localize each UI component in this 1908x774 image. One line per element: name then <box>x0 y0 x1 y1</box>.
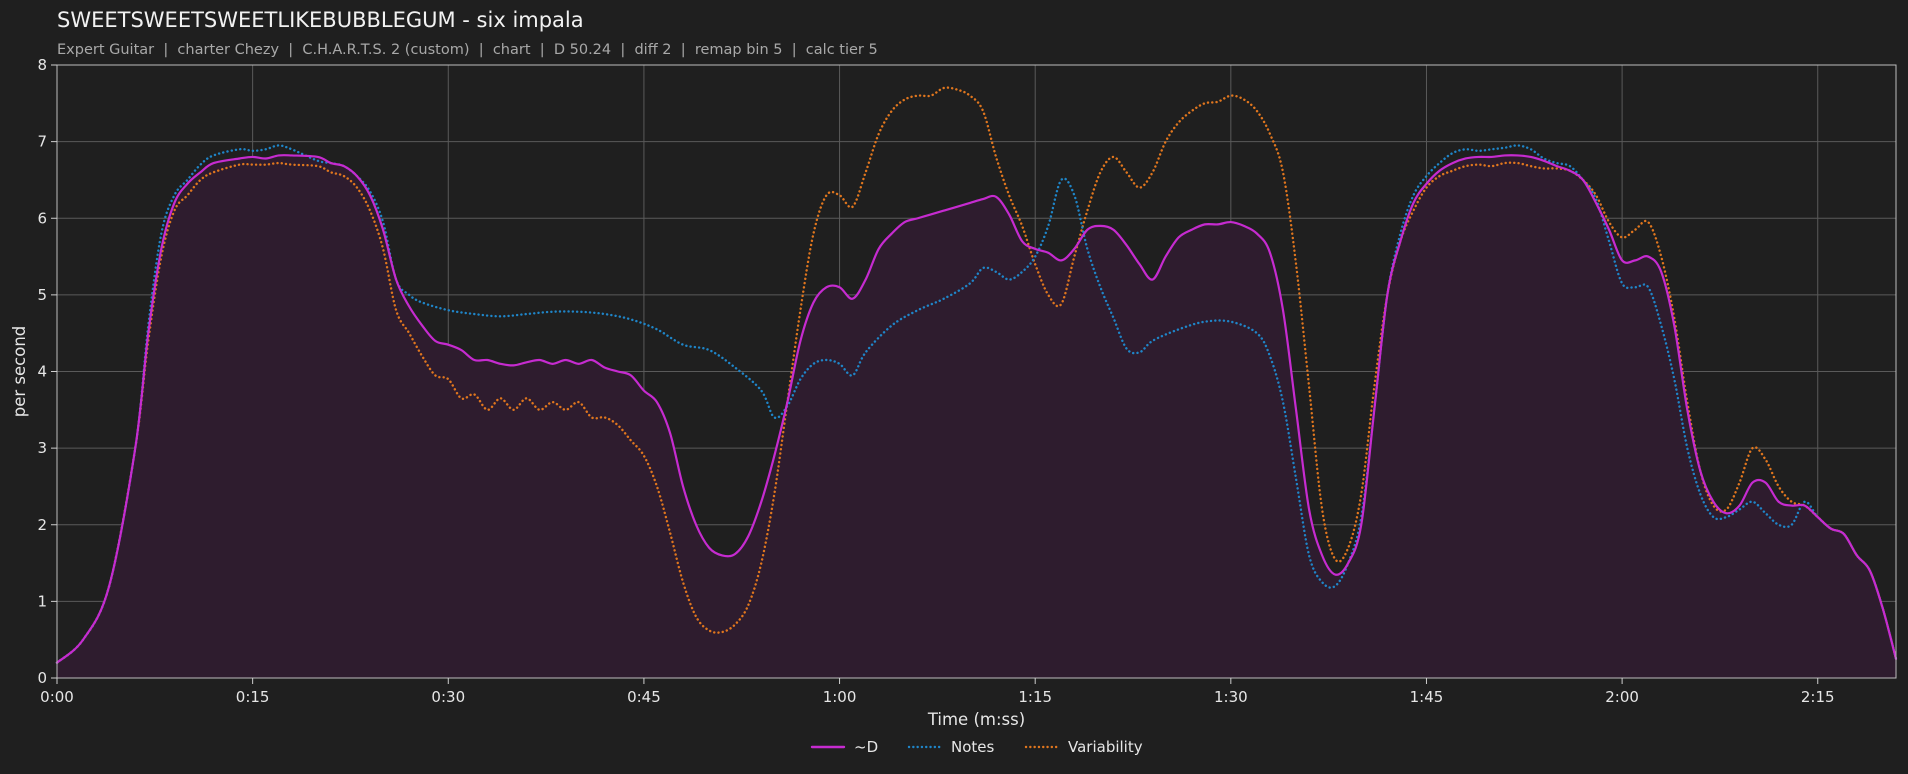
legend: ~D Notes Variability <box>810 738 1143 756</box>
x-tick-label: 1:00 <box>823 688 857 706</box>
legend-label: Variability <box>1068 738 1143 756</box>
x-tick-label: 1:15 <box>1018 688 1052 706</box>
chart-svg: SWEETSWEETSWEETLIKEBUBBLEGUM - six impal… <box>10 8 1898 756</box>
y-tick-label: 4 <box>37 363 47 381</box>
x-tick-label: 1:45 <box>1410 688 1444 706</box>
y-tick-label: 1 <box>37 592 47 610</box>
y-tick-label: 7 <box>37 133 47 151</box>
x-tick-label: 0:30 <box>431 688 465 706</box>
y-axis-label: per second <box>10 326 29 418</box>
y-tick-label: 0 <box>37 669 47 687</box>
series-layer <box>55 86 1898 678</box>
x-tick-label: 0:45 <box>627 688 661 706</box>
chart-subtitle: Expert Guitar | charter Chezy | C.H.A.R.… <box>57 42 878 58</box>
y-tick-label: 8 <box>37 56 47 74</box>
series-fill-d <box>57 155 1896 678</box>
legend-label: Notes <box>951 738 995 756</box>
x-tick-label: 1:30 <box>1214 688 1248 706</box>
x-tick-label: 2:15 <box>1801 688 1835 706</box>
y-tick-label: 2 <box>37 516 47 534</box>
x-tick-label: 0:00 <box>40 688 74 706</box>
x-tick-label: 2:00 <box>1605 688 1639 706</box>
y-tick-label: 3 <box>37 439 47 457</box>
x-tick-label: 0:15 <box>236 688 270 706</box>
legend-label: ~D <box>854 738 878 756</box>
y-tick-label: 5 <box>37 286 47 304</box>
chart-container: SWEETSWEETSWEETLIKEBUBBLEGUM - six impal… <box>0 0 1908 774</box>
x-axis-label: Time (m:ss) <box>927 710 1025 729</box>
y-tick-label: 6 <box>37 209 47 227</box>
chart-title: SWEETSWEETSWEETLIKEBUBBLEGUM - six impal… <box>57 8 584 32</box>
